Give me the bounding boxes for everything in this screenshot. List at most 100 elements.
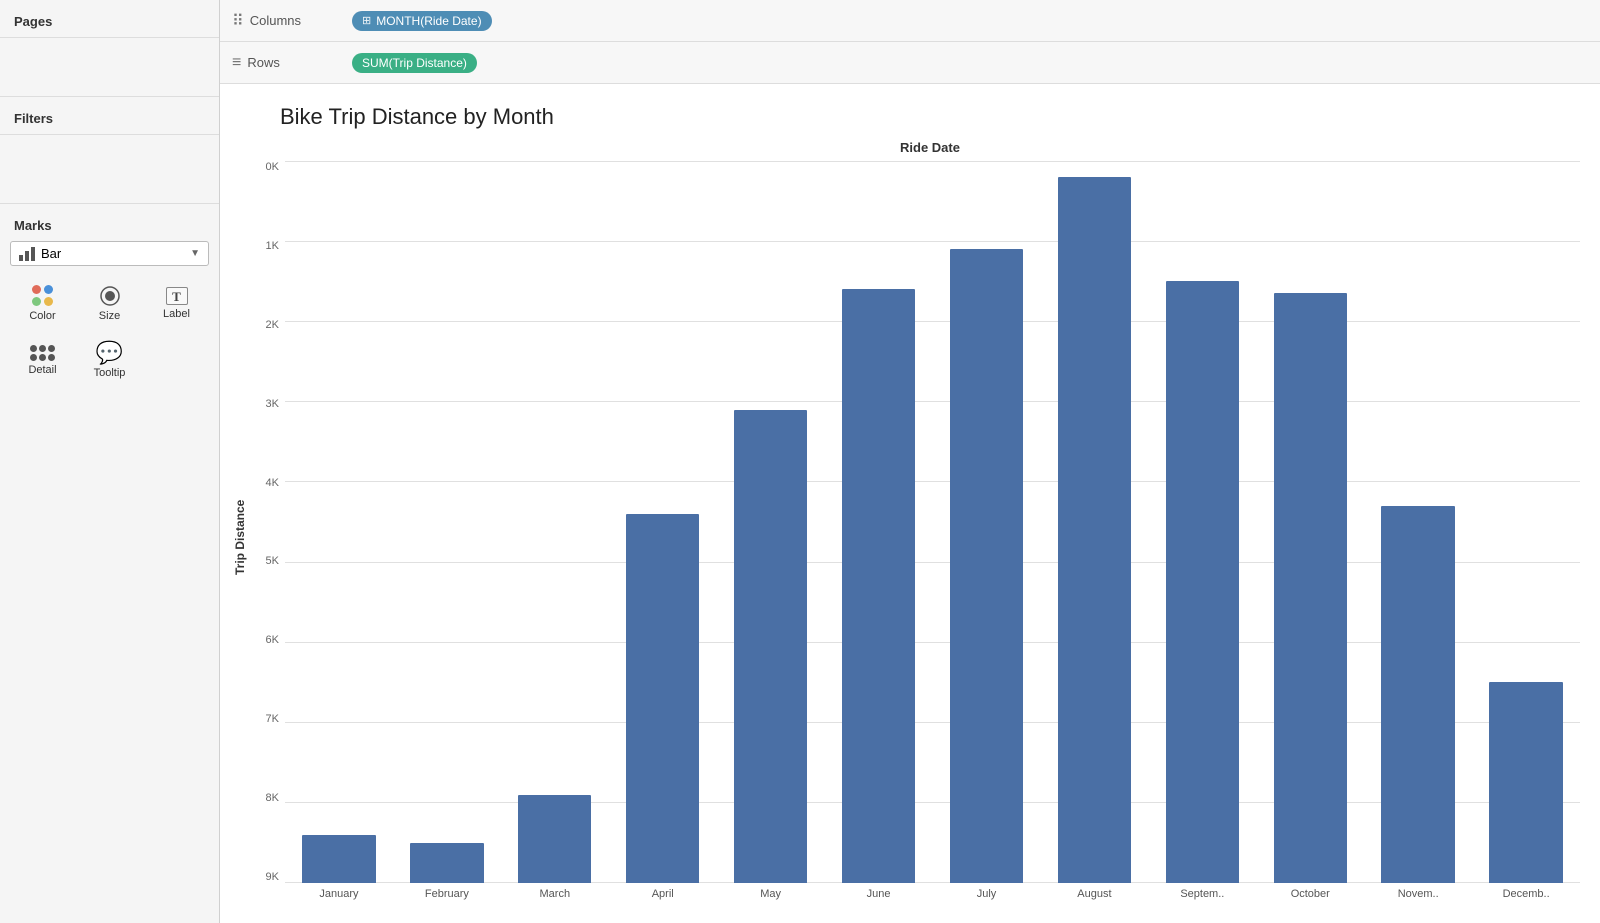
x-labels: JanuaryFebruaryMarchAprilMayJuneJulyAugu… xyxy=(285,883,1580,913)
marks-dropdown-left: Bar xyxy=(19,246,61,261)
y-tick: 1K xyxy=(266,240,279,252)
rows-pill[interactable]: SUM(Trip Distance) xyxy=(352,53,477,73)
size-button[interactable]: Size xyxy=(77,276,142,331)
color-button[interactable]: Color xyxy=(10,276,75,331)
bar-february[interactable] xyxy=(410,843,483,883)
x-label-april: April xyxy=(609,883,717,913)
columns-icon: ⠿ xyxy=(232,11,244,31)
x-axis-title: Ride Date xyxy=(280,140,1580,155)
y-tick: 2K xyxy=(266,319,279,331)
marks-properties-grid: Color Size T Label xyxy=(10,276,209,388)
y-axis-label: Trip Distance xyxy=(230,161,250,913)
tooltip-label: Tooltip xyxy=(94,367,126,379)
main-content: ⠿ Columns ⊞ MONTH(Ride Date) ≡ Rows SUM(… xyxy=(220,0,1600,923)
bar-group xyxy=(825,161,933,883)
color-label: Color xyxy=(29,310,55,322)
chart-inner: Trip Distance 9K 8K 7K 6K 5K 4K 3K 2K xyxy=(230,161,1580,913)
color-dots-icon xyxy=(32,285,54,307)
rows-shelf: ≡ Rows SUM(Trip Distance) xyxy=(220,42,1600,84)
bar-group xyxy=(1040,161,1148,883)
x-label-novem: Novem.. xyxy=(1364,883,1472,913)
y-tick: 9K xyxy=(266,871,279,883)
bar-group xyxy=(933,161,1041,883)
bar-group xyxy=(285,161,393,883)
bars-and-grid: 9K 8K 7K 6K 5K 4K 3K 2K 1K 0K xyxy=(250,161,1580,913)
bar-june[interactable] xyxy=(842,289,915,883)
bar-group xyxy=(501,161,609,883)
x-label-august: August xyxy=(1040,883,1148,913)
marks-section: Marks Bar ▼ Color xyxy=(0,204,219,388)
filters-section: Filters xyxy=(0,97,219,204)
chart-area: Bike Trip Distance by Month Ride Date Tr… xyxy=(220,84,1600,923)
filters-label: Filters xyxy=(0,97,219,135)
y-tick: 4K xyxy=(266,477,279,489)
rows-pill-value: SUM(Trip Distance) xyxy=(362,56,467,70)
chart-title: Bike Trip Distance by Month xyxy=(280,104,1580,130)
x-label-march: March xyxy=(501,883,609,913)
pages-label: Pages xyxy=(0,0,219,38)
bar-march[interactable] xyxy=(518,795,591,883)
y-tick: 0K xyxy=(266,161,279,173)
columns-shelf-label: ⠿ Columns xyxy=(232,11,352,31)
y-tick: 7K xyxy=(266,713,279,725)
columns-shelf: ⠿ Columns ⊞ MONTH(Ride Date) xyxy=(220,0,1600,42)
bar-july[interactable] xyxy=(950,249,1023,883)
chart-container: Ride Date Trip Distance 9K 8K 7K 6K 5K 4… xyxy=(230,140,1580,913)
x-label-february: February xyxy=(393,883,501,913)
sidebar: Pages Filters Marks Bar ▼ xyxy=(0,0,220,923)
bars-row xyxy=(285,161,1580,883)
bars-grid-area: JanuaryFebruaryMarchAprilMayJuneJulyAugu… xyxy=(285,161,1580,913)
rows-shelf-label: ≡ Rows xyxy=(232,54,352,72)
x-label-july: July xyxy=(933,883,1041,913)
bar-novem[interactable] xyxy=(1381,506,1454,883)
bar-chart-icon xyxy=(19,247,35,261)
label-label: Label xyxy=(163,308,190,320)
size-icon xyxy=(99,285,121,307)
bar-decemb[interactable] xyxy=(1489,682,1562,883)
x-label-january: January xyxy=(285,883,393,913)
bar-septem[interactable] xyxy=(1166,281,1239,883)
x-label-decemb: Decemb.. xyxy=(1472,883,1580,913)
y-tick: 5K xyxy=(266,555,279,567)
x-label-june: June xyxy=(825,883,933,913)
y-tick: 6K xyxy=(266,634,279,646)
bar-group xyxy=(1472,161,1580,883)
detail-icon xyxy=(30,345,55,361)
x-label-october: October xyxy=(1256,883,1364,913)
bar-group xyxy=(1256,161,1364,883)
chevron-down-icon: ▼ xyxy=(190,248,200,259)
bar-group xyxy=(1148,161,1256,883)
y-tick: 8K xyxy=(266,792,279,804)
chart-plot: 9K 8K 7K 6K 5K 4K 3K 2K 1K 0K xyxy=(250,161,1580,913)
columns-pill-value: MONTH(Ride Date) xyxy=(376,14,481,28)
rows-icon: ≡ xyxy=(232,54,241,72)
columns-text: Columns xyxy=(250,13,301,28)
y-tick: 3K xyxy=(266,398,279,410)
bar-august[interactable] xyxy=(1058,177,1131,883)
label-icon: T xyxy=(166,287,188,305)
tooltip-button[interactable]: 💬 Tooltip xyxy=(77,333,142,388)
tooltip-icon: 💬 xyxy=(96,342,123,364)
pages-section: Pages xyxy=(0,0,219,97)
bar-group xyxy=(393,161,501,883)
detail-button[interactable]: Detail xyxy=(10,333,75,388)
y-ticks: 9K 8K 7K 6K 5K 4K 3K 2K 1K 0K xyxy=(250,161,285,913)
rows-text: Rows xyxy=(247,55,280,70)
bar-april[interactable] xyxy=(626,514,699,883)
bar-october[interactable] xyxy=(1274,293,1347,883)
columns-pill[interactable]: ⊞ MONTH(Ride Date) xyxy=(352,11,492,31)
size-label: Size xyxy=(99,310,120,322)
bar-may[interactable] xyxy=(734,410,807,883)
x-label-septem: Septem.. xyxy=(1148,883,1256,913)
bar-group xyxy=(1364,161,1472,883)
marks-type-dropdown[interactable]: Bar ▼ xyxy=(10,241,209,266)
marks-type-value: Bar xyxy=(41,246,61,261)
label-button[interactable]: T Label xyxy=(144,276,209,331)
columns-pill-icon: ⊞ xyxy=(362,14,371,27)
bar-january[interactable] xyxy=(302,835,375,883)
bar-group xyxy=(609,161,717,883)
marks-label: Marks xyxy=(10,214,209,241)
bar-group xyxy=(717,161,825,883)
detail-label: Detail xyxy=(28,364,56,376)
x-label-may: May xyxy=(717,883,825,913)
